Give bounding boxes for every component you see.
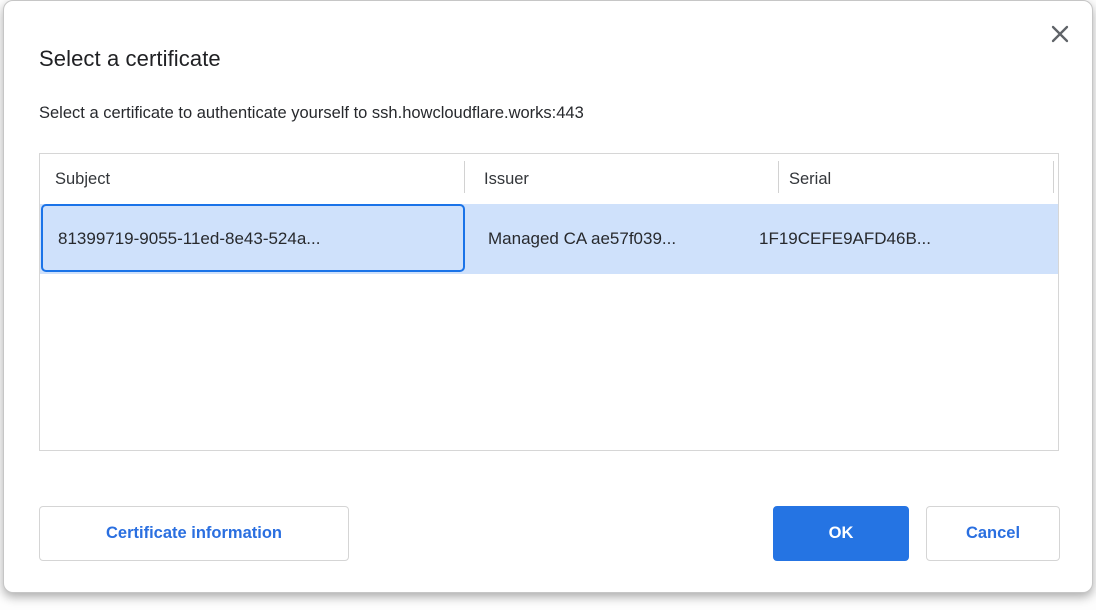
column-header-subject: Subject	[55, 154, 110, 204]
column-header-serial: Serial	[789, 154, 831, 204]
cell-issuer[interactable]: Managed CA ae57f039...	[488, 204, 676, 274]
column-divider	[778, 161, 779, 193]
column-header-issuer: Issuer	[484, 154, 529, 204]
column-divider	[464, 161, 465, 193]
certificate-table: Subject Issuer Serial 81399719-9055-11ed…	[39, 153, 1059, 451]
column-divider	[1053, 161, 1054, 193]
cell-subject[interactable]: 81399719-9055-11ed-8e43-524a...	[58, 204, 320, 274]
dialog-title: Select a certificate	[39, 46, 221, 72]
cell-serial[interactable]: 1F19CEFE9AFD46B...	[759, 204, 931, 274]
dialog-subtitle: Select a certificate to authenticate you…	[39, 104, 584, 123]
cancel-button[interactable]: Cancel	[926, 506, 1060, 561]
certificate-row-selected[interactable]: 81399719-9055-11ed-8e43-524a... Managed …	[40, 204, 1058, 274]
certificate-select-dialog: Select a certificate Select a certificat…	[3, 0, 1093, 593]
certificate-table-header: Subject Issuer Serial	[40, 154, 1058, 204]
ok-button[interactable]: OK	[773, 506, 909, 561]
certificate-information-button[interactable]: Certificate information	[39, 506, 349, 561]
close-button[interactable]	[1046, 21, 1074, 49]
close-icon	[1049, 23, 1071, 48]
